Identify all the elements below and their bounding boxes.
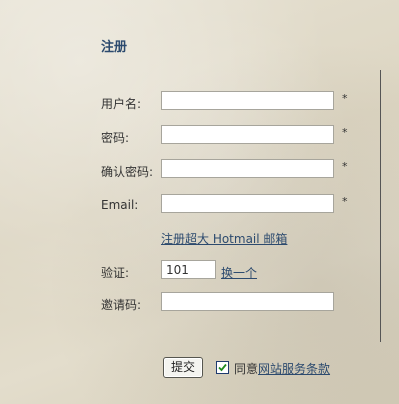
agree-terms-checkbox[interactable] [216,361,229,374]
required-mark: * [342,195,348,208]
captcha-refresh-link[interactable]: 换一个 [221,264,257,281]
required-mark: * [342,126,348,139]
username-label: 用户名: [101,97,142,111]
submit-button[interactable]: 提交 [163,357,203,378]
username-input[interactable] [161,91,334,110]
agree-terms-text: 同意网站服务条款 [234,360,330,377]
confirm-password-input[interactable] [161,159,334,178]
password-row: 密码: * [0,125,399,147]
username-row: 用户名: * [0,91,399,113]
password-input[interactable] [161,125,334,144]
email-label: Email: [101,198,139,212]
confirm-password-label: 确认密码: [101,165,154,179]
invite-code-label: 邀请码: [101,298,142,312]
required-mark: * [342,160,348,173]
email-input[interactable] [161,194,334,213]
captcha-row: 验证: 101 换一个 [0,260,399,282]
required-mark: * [342,92,348,105]
invite-code-row: 邀请码: [0,292,399,314]
agree-prefix: 同意 [234,362,259,376]
form-title: 注册 [101,40,128,55]
terms-link[interactable]: 网站服务条款 [258,362,330,376]
email-row: Email: * [0,194,399,216]
captcha-label: 验证: [101,266,130,280]
invite-code-input[interactable] [161,292,334,311]
hotmail-signup-link[interactable]: 注册超大 Hotmail 邮箱 [161,230,287,247]
password-label: 密码: [101,131,130,145]
confirm-password-row: 确认密码: * [0,159,399,181]
checkmark-icon [218,363,227,372]
captcha-input[interactable]: 101 [161,260,216,279]
